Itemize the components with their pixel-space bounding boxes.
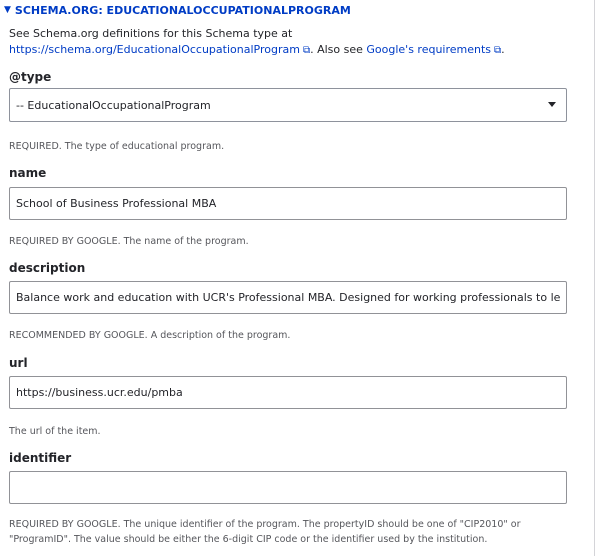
type-select[interactable]: -- EducationalOccupationalProgram [9,88,567,122]
type-label: @type [9,70,52,84]
name-label: name [9,166,47,180]
name-help: REQUIRED BY GOOGLE. The name of the prog… [9,236,249,247]
schema-details-panel: ▼ SCHEMA.ORG: EDUCATIONALOCCUPATIONALPRO… [0,0,595,556]
section-summary-toggle[interactable]: ▼ SCHEMA.ORG: EDUCATIONALOCCUPATIONALPRO… [4,3,351,17]
url-help: The url of the item. [9,426,101,437]
triangle-down-icon: ▼ [4,5,11,15]
description-input-value: Balance work and education with UCR's Pr… [16,291,561,304]
description-label: description [9,261,86,275]
chevron-down-icon [548,102,556,107]
url-input-value: https://business.ucr.edu/pmba [16,386,183,399]
schema-definition-link[interactable]: https://schema.org/EducationalOccupation… [9,43,300,56]
external-link-icon: ⧉ [302,45,311,56]
identifier-help: REQUIRED BY GOOGLE. The unique identifie… [9,519,521,545]
url-input[interactable]: https://business.ucr.edu/pmba [9,376,567,409]
section-description: See Schema.org definitions for this Sche… [9,26,579,59]
type-select-value: -- EducationalOccupationalProgram [16,98,211,112]
description-input[interactable]: Balance work and education with UCR's Pr… [9,281,567,314]
url-label: url [9,356,28,370]
identifier-input[interactable] [9,471,567,504]
section-title: SCHEMA.ORG: EDUCATIONALOCCUPATIONALPROGR… [14,3,351,17]
google-requirements-link[interactable]: Google's requirements [366,43,491,56]
identifier-label: identifier [9,451,72,465]
description-help: RECOMMENDED BY GOOGLE. A description of … [9,330,291,341]
name-input-value: School of Business Professional MBA [16,197,217,210]
type-help: REQUIRED. The type of educational progra… [9,141,225,152]
name-input[interactable]: School of Business Professional MBA [9,187,567,220]
